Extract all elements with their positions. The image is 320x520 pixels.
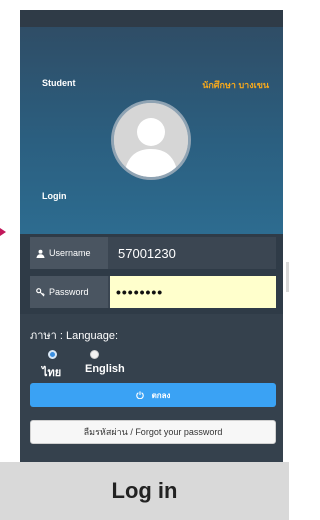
radio-thai[interactable]: [48, 350, 57, 359]
username-input[interactable]: 57001230: [112, 237, 276, 269]
ok-label: ตกลง: [151, 390, 171, 400]
radio-english[interactable]: [90, 350, 99, 359]
edge-arrow-icon: [0, 228, 6, 236]
password-input[interactable]: ••••••••: [110, 276, 276, 308]
ok-button[interactable]: ตกลง: [30, 383, 276, 407]
login-screen: Student นักศึกษา บางเขน Login Username 5…: [0, 0, 289, 462]
username-field[interactable]: Username 57001230: [30, 237, 276, 269]
language-title: ภาษา : Language:: [30, 330, 119, 342]
username-label-box: Username: [30, 237, 108, 269]
password-field[interactable]: Password ••••••••: [30, 276, 276, 308]
user-silhouette-icon: [111, 100, 191, 180]
login-panel: Student นักศึกษา บางเขน Login Username 5…: [20, 10, 283, 462]
login-label: Login: [42, 191, 67, 201]
username-label: Username: [49, 248, 91, 258]
password-label-box: Password: [30, 276, 108, 308]
user-icon: [36, 249, 45, 258]
student-label: Student: [42, 78, 76, 88]
forgot-password-button[interactable]: ลืมรหัสผ่าน / Forgot your password: [30, 420, 276, 444]
school-label: นักศึกษา บางเขน: [202, 80, 269, 90]
page-caption: Log in: [0, 462, 289, 520]
edge-marker: [286, 262, 289, 292]
password-label: Password: [49, 287, 89, 297]
radio-label-thai[interactable]: ไทย: [42, 363, 61, 381]
key-icon: [36, 287, 45, 296]
profile-header: Student นักศึกษา บางเขน Login: [20, 27, 283, 234]
radio-label-english[interactable]: English: [85, 363, 125, 375]
power-icon: [135, 391, 144, 399]
